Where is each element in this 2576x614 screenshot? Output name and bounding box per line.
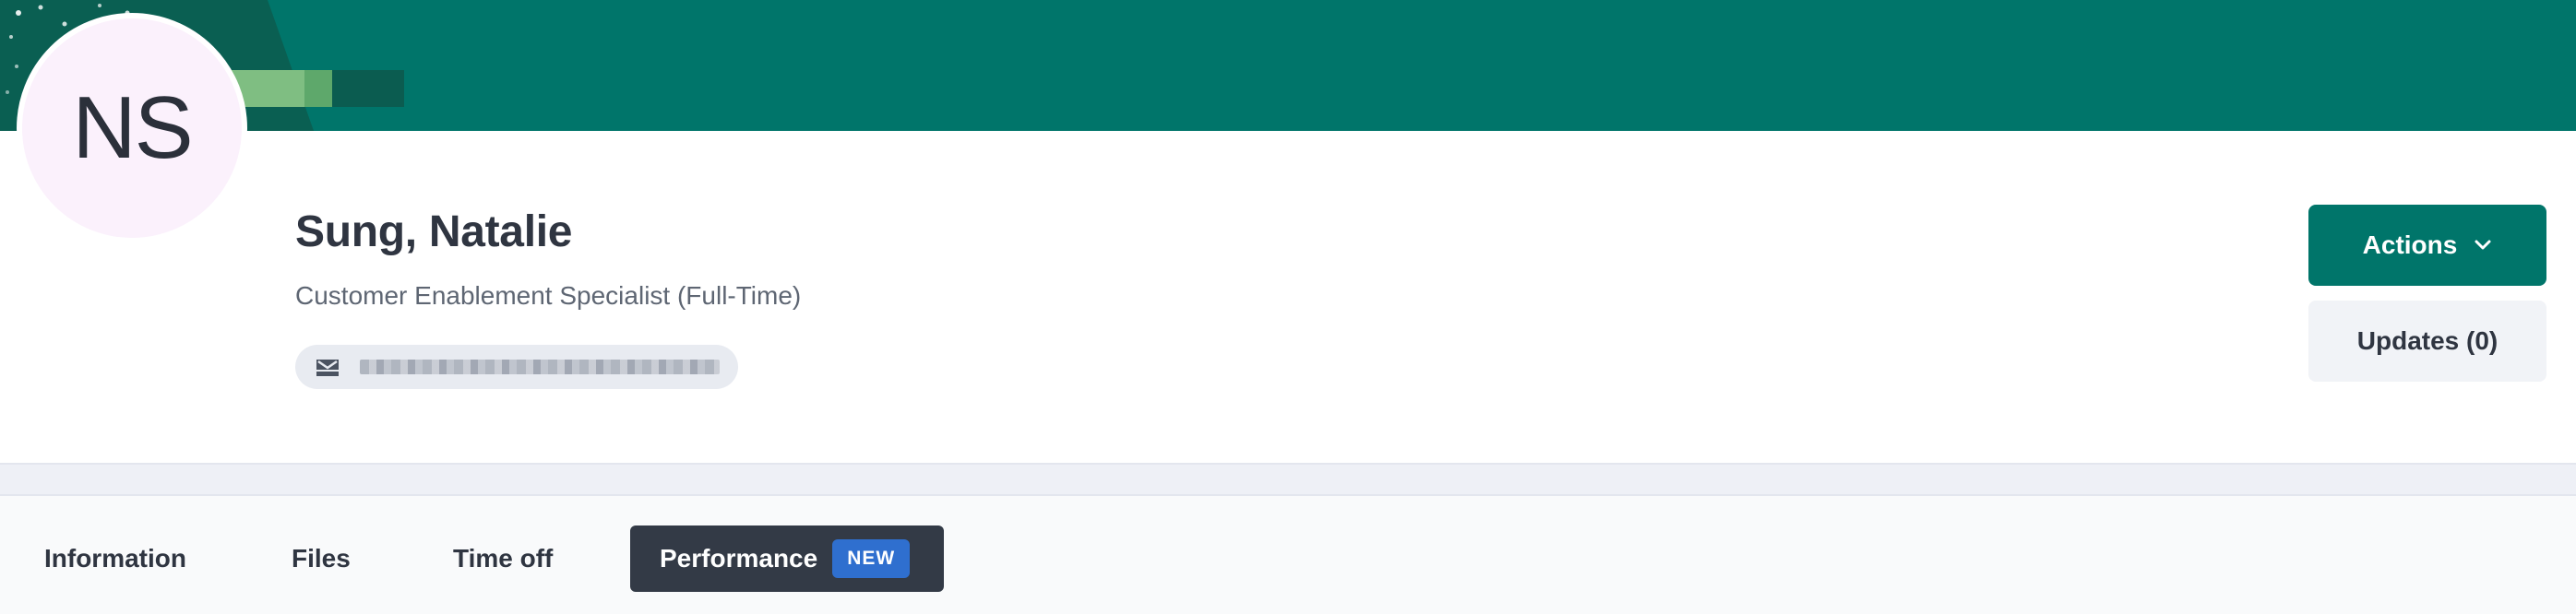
employee-name: Sung, Natalie (295, 207, 573, 256)
tab-label: Performance (660, 544, 818, 573)
tab-time-off[interactable]: Time off (453, 525, 553, 592)
mail-icon (316, 360, 339, 376)
tab-label: Time off (453, 544, 554, 573)
email-address-redacted (360, 360, 720, 374)
avatar: NS (17, 13, 247, 243)
profile-banner (0, 0, 2576, 131)
tab-information[interactable]: Information (44, 525, 186, 592)
actions-button-label: Actions (2362, 230, 2458, 259)
tab-label: Files (292, 544, 351, 573)
tab-files[interactable]: Files (292, 525, 351, 592)
profile-tabs: Information Files Time off Performance N… (0, 496, 2576, 614)
avatar-initials: NS (72, 78, 193, 177)
tab-performance[interactable]: Performance NEW (630, 525, 944, 592)
chevron-down-icon (2475, 240, 2491, 250)
section-divider (0, 463, 2576, 496)
profile-page: NS Sung, Natalie Customer Enablement Spe… (0, 0, 2576, 614)
new-badge: NEW (832, 539, 911, 578)
tab-label: Information (44, 544, 186, 573)
employee-job-title: Customer Enablement Specialist (Full-Tim… (295, 281, 802, 310)
updates-button[interactable]: Updates (0) (2308, 301, 2546, 382)
updates-button-label: Updates (0) (2356, 326, 2498, 355)
email-chip[interactable] (295, 345, 738, 389)
actions-button[interactable]: Actions (2308, 205, 2546, 286)
